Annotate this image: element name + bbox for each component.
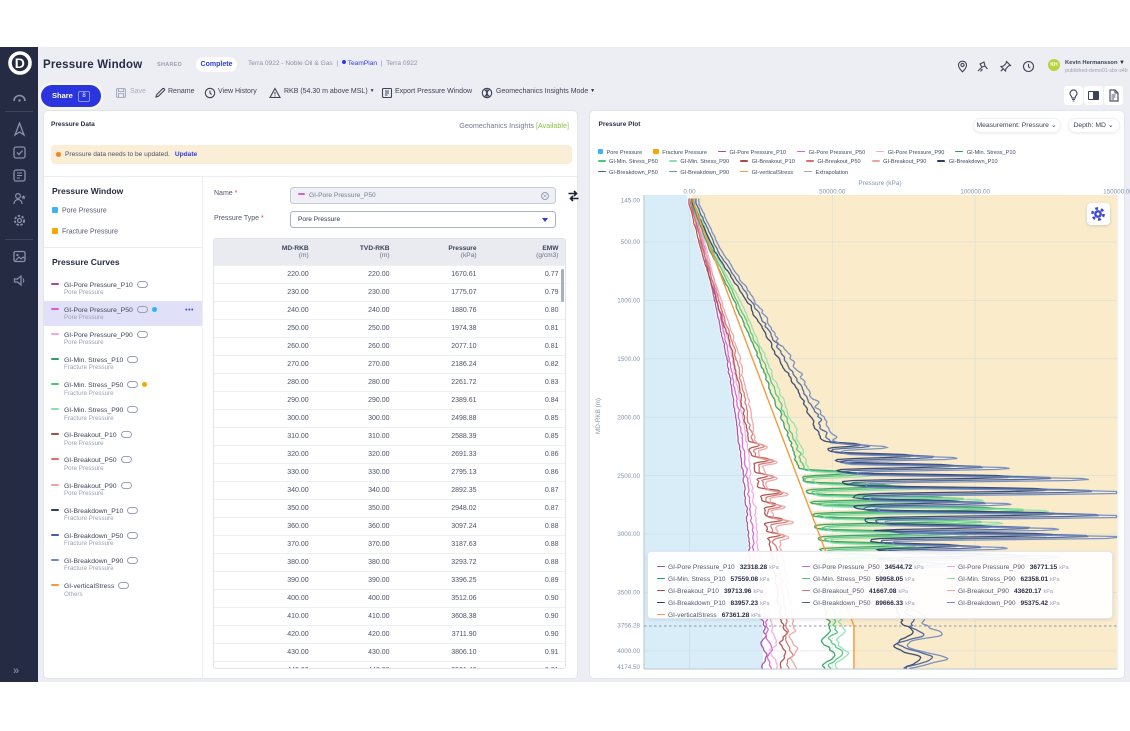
- svg-text:D: D: [15, 55, 25, 71]
- svg-text:3500.00: 3500.00: [617, 590, 640, 597]
- svg-text:100000.00: 100000.00: [960, 188, 990, 195]
- svg-text:1500.00: 1500.00: [617, 356, 640, 363]
- svg-text:Pressure (kPa): Pressure (kPa): [858, 180, 901, 187]
- svg-text:500.00: 500.00: [620, 239, 640, 246]
- svg-text:MD-RKB (m): MD-RKB (m): [595, 398, 602, 434]
- svg-text:50000.00: 50000.00: [819, 188, 846, 195]
- svg-text:2500.00: 2500.00: [617, 473, 640, 480]
- svg-text:4174.50: 4174.50: [617, 664, 640, 671]
- svg-text:145.00: 145.00: [620, 198, 640, 205]
- svg-text:3756.28: 3756.28: [617, 622, 640, 629]
- svg-text:3000.00: 3000.00: [617, 531, 640, 538]
- svg-text:1000.00: 1000.00: [617, 298, 640, 305]
- svg-text:0.00: 0.00: [683, 188, 696, 195]
- svg-text:4000.00: 4000.00: [617, 648, 640, 655]
- svg-text:150000.00: 150000.00: [1103, 188, 1130, 195]
- svg-text:2000.00: 2000.00: [617, 414, 640, 421]
